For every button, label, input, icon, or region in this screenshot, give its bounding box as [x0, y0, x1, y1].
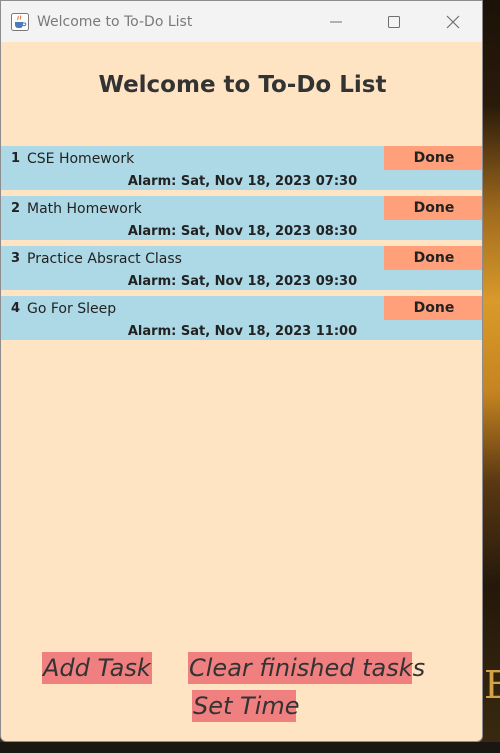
task-name: Practice Absract Class [27, 251, 182, 267]
task-number: 3 [11, 251, 21, 266]
task-row: 2 Math Homework Done Alarm: Sat, Nov 18,… [1, 196, 482, 240]
java-cup-icon [11, 13, 29, 31]
task-row: 1 CSE Homework Done Alarm: Sat, Nov 18, … [1, 146, 482, 190]
desktop-background-letter: E [484, 663, 500, 707]
done-button[interactable]: Done [384, 146, 482, 170]
app-window: Welcome to To-Do List Welcome to To-Do L… [0, 0, 483, 742]
desktop-background [483, 0, 500, 753]
minimize-button[interactable] [307, 1, 365, 42]
add-task-button[interactable]: Add Task [42, 652, 152, 684]
task-alarm: Alarm: Sat, Nov 18, 2023 11:00 [127, 324, 358, 339]
task-row: 4 Go For Sleep Done Alarm: Sat, Nov 18, … [1, 296, 482, 340]
task-name: CSE Homework [27, 151, 135, 167]
title-bar[interactable]: Welcome to To-Do List [1, 1, 482, 42]
desktop-background-bottom [0, 742, 500, 753]
set-time-button[interactable]: Set Time [192, 690, 300, 722]
task-name: Go For Sleep [27, 301, 117, 317]
task-row: 3 Practice Absract Class Done Alarm: Sat… [1, 246, 482, 290]
maximize-icon [388, 16, 400, 28]
close-icon [446, 15, 460, 29]
task-list: 1 CSE Homework Done Alarm: Sat, Nov 18, … [1, 146, 482, 346]
done-button[interactable]: Done [384, 246, 482, 270]
close-button[interactable] [424, 1, 482, 42]
minimize-icon [330, 21, 342, 23]
task-alarm: Alarm: Sat, Nov 18, 2023 09:30 [127, 274, 358, 289]
maximize-button[interactable] [365, 1, 423, 42]
clear-finished-tasks-button[interactable]: Clear finished tasks [188, 652, 425, 684]
task-number: 4 [11, 301, 21, 316]
task-alarm: Alarm: Sat, Nov 18, 2023 07:30 [127, 174, 358, 189]
task-name: Math Homework [27, 201, 142, 217]
page-title: Welcome to To-Do List [98, 72, 387, 98]
window-title: Welcome to To-Do List [37, 14, 193, 30]
done-button[interactable]: Done [384, 296, 482, 320]
task-alarm: Alarm: Sat, Nov 18, 2023 08:30 [127, 224, 358, 239]
task-number: 1 [11, 151, 21, 166]
task-number: 2 [11, 201, 21, 216]
done-button[interactable]: Done [384, 196, 482, 220]
